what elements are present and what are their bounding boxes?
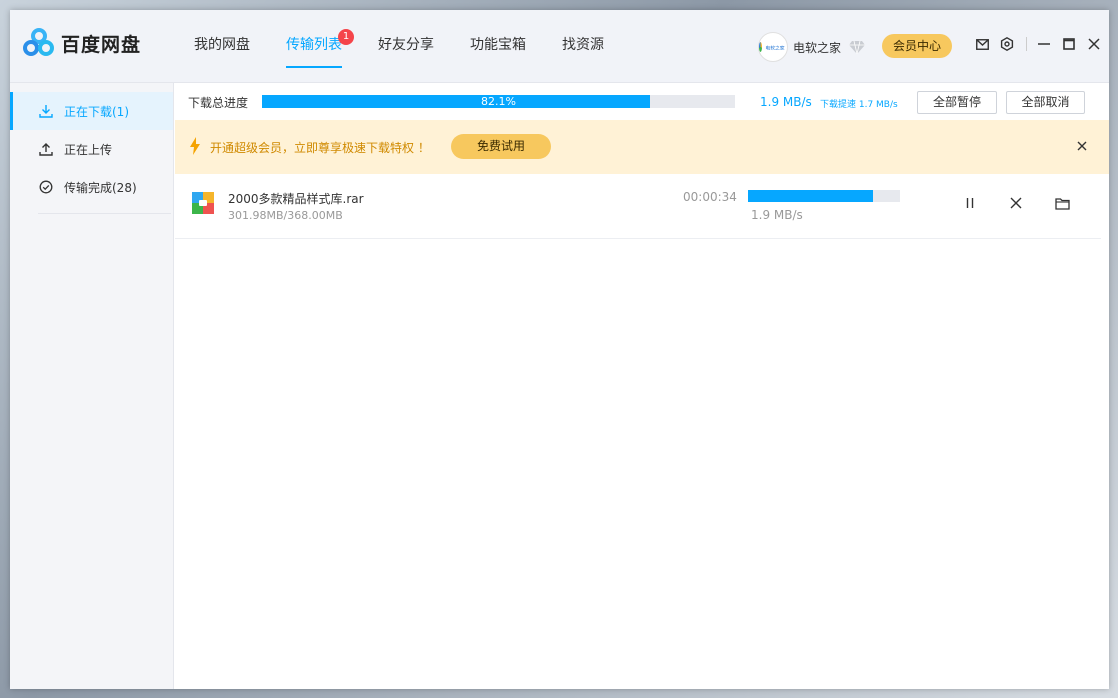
app-name: 百度网盘: [61, 33, 142, 56]
username: 电软之家: [793, 40, 842, 55]
file-name: 2000多款精品样式库.rar: [228, 192, 364, 206]
title-bar: 百度网盘 我的网盘 传输列表 1 好友分享 功能宝箱 找资源 电软之家 电软之家…: [10, 10, 1109, 83]
sidebar-item-label: 传输完成(28): [64, 180, 137, 195]
maximize-icon[interactable]: [1061, 36, 1077, 52]
mail-icon[interactable]: [974, 36, 990, 52]
diamond-icon: [849, 40, 866, 54]
total-progress-bar: 82.1%: [262, 95, 735, 108]
notification-badge: 1: [338, 29, 354, 45]
lightning-icon: [190, 137, 200, 155]
top-nav: 我的网盘 传输列表 1 好友分享 功能宝箱 找资源: [194, 10, 640, 83]
total-progress-row: 下载总进度 82.1% 1.9 MB/s 下载提速 1.7 MB/s 全部暂停 …: [175, 83, 1109, 119]
close-icon[interactable]: [1075, 139, 1089, 153]
folder-icon[interactable]: [1054, 195, 1070, 211]
speed-boost-link[interactable]: 下载提速 1.7 MB/s: [820, 97, 898, 110]
app-logo: 百度网盘: [23, 28, 141, 58]
avatar-text: 电软之家: [765, 45, 785, 51]
time-remaining: 00:00:34: [683, 190, 737, 204]
download-icon: [38, 103, 54, 119]
nav-my-disk[interactable]: 我的网盘: [194, 10, 250, 83]
nav-label: 好友分享: [378, 37, 434, 53]
nav-transfer-list[interactable]: 传输列表 1: [286, 10, 354, 83]
sidebar-item-uploading[interactable]: 正在上传: [10, 130, 173, 168]
nav-label: 传输列表: [286, 37, 342, 53]
sidebar: 正在下载(1) 正在上传 传输完成(28): [10, 83, 174, 689]
task-progress-fill: [748, 190, 873, 202]
total-progress-percent: 82.1%: [481, 95, 516, 108]
pause-all-button[interactable]: 全部暂停: [917, 91, 997, 114]
upload-icon: [38, 141, 54, 157]
window-controls: [974, 36, 1111, 52]
avatar[interactable]: 电软之家: [758, 32, 788, 62]
divider: [38, 213, 171, 214]
free-trial-button[interactable]: 免费试用: [451, 134, 551, 159]
task-progress-bar: [748, 190, 900, 202]
file-size: 301.98MB/368.00MB: [228, 209, 343, 222]
promo-banner: 开通超级会员，立即尊享极速下载特权 ！ 免费试用: [175, 120, 1109, 174]
settings-icon[interactable]: [999, 36, 1015, 52]
nav-label: 找资源: [562, 37, 604, 53]
close-icon[interactable]: [1086, 36, 1102, 52]
total-progress-label: 下载总进度: [188, 96, 249, 110]
check-circle-icon: [38, 179, 54, 195]
avatar-logo-icon: [759, 42, 762, 52]
minimize-icon[interactable]: [1036, 36, 1052, 52]
divider: [1026, 37, 1027, 51]
table-row[interactable]: 2000多款精品样式库.rar 301.98MB/368.00MB 00:00:…: [175, 175, 1101, 239]
pause-icon[interactable]: [962, 195, 978, 211]
nav-label: 我的网盘: [194, 37, 250, 53]
cancel-all-button[interactable]: 全部取消: [1006, 91, 1085, 114]
download-speed: 1.9 MB/s: [760, 95, 812, 109]
promo-text: 开通超级会员，立即尊享极速下载特权 ！: [210, 141, 430, 155]
nav-friend-share[interactable]: 好友分享: [378, 10, 434, 83]
sidebar-item-label: 正在上传: [64, 142, 113, 157]
nav-label: 功能宝箱: [470, 37, 526, 53]
nav-toolbox[interactable]: 功能宝箱: [470, 10, 526, 83]
user-profile[interactable]: 电软之家 电软之家: [758, 32, 866, 62]
nav-find-resources[interactable]: 找资源: [562, 10, 604, 83]
rar-file-icon: [192, 192, 214, 214]
task-speed: 1.9 MB/s: [751, 208, 803, 222]
cancel-icon[interactable]: [1008, 195, 1024, 211]
sidebar-item-downloading[interactable]: 正在下载(1): [10, 92, 173, 130]
sidebar-item-completed[interactable]: 传输完成(28): [10, 168, 173, 206]
cloud-logo-icon: [23, 28, 55, 58]
vip-center-button[interactable]: 会员中心: [882, 34, 952, 58]
sidebar-item-label: 正在下载(1): [64, 104, 129, 119]
app-window: 百度网盘 我的网盘 传输列表 1 好友分享 功能宝箱 找资源 电软之家 电软之家…: [10, 10, 1109, 689]
transfer-panel: 下载总进度 82.1% 1.9 MB/s 下载提速 1.7 MB/s 全部暂停 …: [175, 83, 1109, 689]
